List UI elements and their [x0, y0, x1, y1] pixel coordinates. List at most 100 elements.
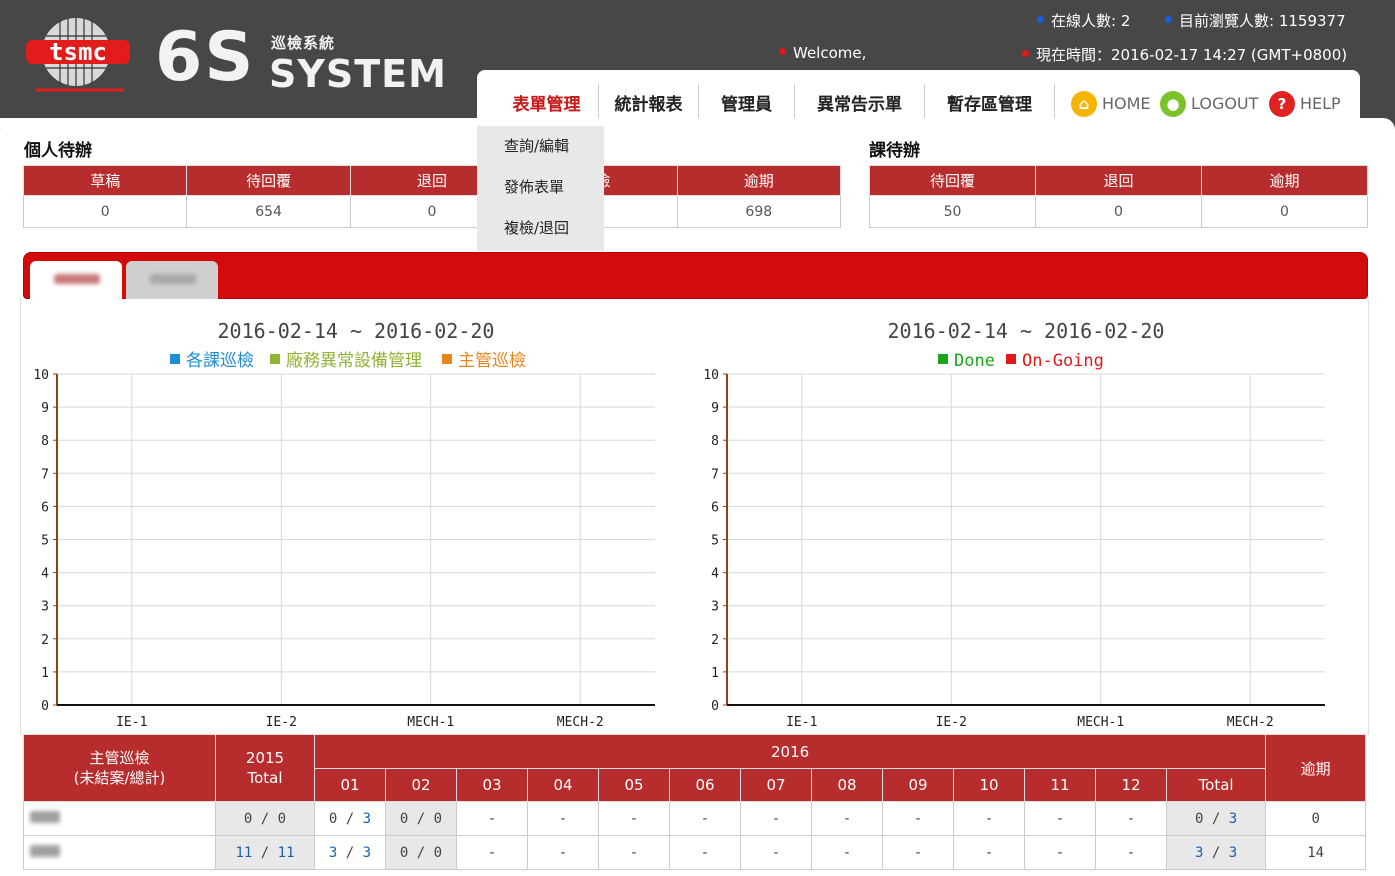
x-tick-label: MECH-2	[1227, 715, 1274, 730]
separator: /	[337, 844, 363, 861]
col-month: 09	[882, 768, 954, 802]
cell-month: 0 / 0	[385, 801, 457, 836]
legend-swatch	[442, 354, 452, 364]
y-tick-label: 3	[711, 600, 719, 615]
cell-month: -	[811, 801, 883, 836]
total-count[interactable]: 0	[434, 845, 442, 861]
legend-swatch	[938, 354, 948, 364]
menu-query-edit[interactable]: 查詢/編輯	[477, 126, 604, 167]
total-count[interactable]: 0	[434, 811, 442, 827]
col-2016: 2016	[313, 734, 1267, 769]
tab-1[interactable]	[30, 261, 122, 299]
header-bar: tsmc 6S 巡檢系統 SYSTEM 在線人數: 2 目前瀏覽人數: 1159…	[0, 0, 1395, 126]
menu-publish-form[interactable]: 發佈表單	[477, 167, 604, 208]
cell-month: 3 / 3	[314, 835, 386, 870]
x-tick-label: MECH-1	[1077, 715, 1124, 730]
y-tick-label: 7	[41, 467, 49, 482]
legend-label: 主管巡檢	[458, 351, 526, 371]
cell-month: -	[527, 801, 599, 836]
tsmc-logo-text: tsmc	[49, 38, 107, 66]
col-month: 10	[953, 768, 1025, 802]
cell-month: -	[811, 835, 883, 870]
cell-month: 0 / 3	[314, 801, 386, 836]
col-month: 12	[1095, 768, 1167, 802]
legend-label: 廠務異常設備管理	[286, 350, 422, 371]
col-overdue: 逾期	[1265, 734, 1367, 802]
cell-month: -	[740, 835, 812, 870]
cell-overdue[interactable]: 14	[1265, 835, 1367, 870]
red-dot-icon	[1022, 50, 1029, 57]
y-tick-label: 8	[41, 434, 49, 449]
logo-6s-text: 6S	[155, 18, 256, 97]
y-tick-label: 1	[711, 666, 719, 681]
col-month: 03	[456, 768, 528, 802]
legend-label: 各課巡檢	[186, 351, 254, 371]
status-chart: 2016-02-14 ~ 2016-02-20 Done On-Going 0 1 2 3 4…	[703, 319, 1325, 730]
y-tick-label: 10	[33, 368, 49, 383]
y-tick-label: 3	[41, 600, 49, 615]
section-overdue-count[interactable]: 0	[1201, 195, 1368, 228]
total-count[interactable]: 3	[1229, 811, 1237, 827]
section-todo-table: 待回覆 退回 逾期 50 0 0	[869, 165, 1368, 228]
y-tick-label: 7	[711, 467, 719, 482]
y-tick-label: 9	[41, 401, 49, 416]
chart-tab-bar	[23, 252, 1368, 299]
separator: /	[337, 810, 363, 827]
legend-swatch	[170, 354, 180, 364]
total-count[interactable]: 3	[1229, 845, 1237, 861]
y-tick-label: 9	[711, 401, 719, 416]
col-awaiting-reply: 待回覆	[869, 165, 1036, 196]
col-awaiting-reply: 待回覆	[186, 165, 351, 196]
total-count[interactable]: 3	[363, 845, 371, 861]
total-count[interactable]: 0	[278, 811, 286, 827]
col-month: 08	[811, 768, 883, 802]
home-link[interactable]: ⌂ HOME	[1071, 90, 1151, 118]
help-link[interactable]: ? HELP	[1269, 90, 1341, 118]
y-tick-label: 4	[41, 567, 49, 582]
y-tick-label: 6	[711, 500, 719, 515]
section-awaiting-count[interactable]: 50	[869, 195, 1036, 228]
logo-subtitle: 巡檢系統	[271, 34, 336, 52]
y-tick-label: 4	[711, 567, 719, 582]
personal-todo-table: 草稿 待回覆 退回 複檢 逾期 0 654 0 - 698	[22, 165, 842, 228]
logo-system-text: SYSTEM	[269, 52, 447, 96]
overdue-count[interactable]: 698	[676, 195, 842, 228]
col-month: 07	[740, 768, 812, 802]
col-2015-total: 2015 Total	[215, 734, 315, 802]
visitor-count: 目前瀏覽人數: 1159377	[1165, 10, 1346, 31]
total-count[interactable]: 11	[278, 845, 295, 861]
total-count[interactable]: 3	[363, 811, 371, 827]
tab-2[interactable]	[126, 261, 218, 299]
separator: /	[1203, 810, 1229, 827]
section-returned-count[interactable]: 0	[1035, 195, 1202, 228]
help-icon: ?	[1269, 91, 1295, 117]
cell-month: -	[598, 801, 670, 836]
supervisor-inspection-table: 主管巡檢 (未結案/總計) 2015 Total 2016 逾期 01 02 03 0…	[23, 734, 1367, 870]
cell-month: -	[1095, 835, 1167, 870]
lock-icon: ●	[1160, 91, 1186, 117]
home-icon: ⌂	[1071, 91, 1097, 117]
current-time: 現在時間：2016-02-17 14:27 (GMT+0800)	[1022, 44, 1347, 65]
cell-month: 0 / 0	[385, 835, 457, 870]
cell-month: -	[953, 801, 1025, 836]
blue-dot-icon	[1037, 16, 1044, 23]
menu-recheck-return[interactable]: 複檢/退回	[477, 208, 604, 249]
y-tick-label: 0	[711, 699, 719, 714]
cell-month: -	[740, 801, 812, 836]
separator: /	[408, 844, 434, 861]
logout-link[interactable]: ● LOGOUT	[1160, 90, 1258, 118]
y-tick-label: 10	[703, 368, 719, 383]
col-month: 05	[598, 768, 670, 802]
col-returned: 退回	[1035, 165, 1202, 196]
chart-panel: 2016-02-14 ~ 2016-02-20 各課巡檢 廠務異常設備管理 主管巡檢 0…	[20, 299, 1369, 735]
draft-count[interactable]: 0	[22, 195, 188, 228]
awaiting-reply-count[interactable]: 654	[186, 195, 351, 228]
cell-overdue[interactable]: 0	[1265, 801, 1367, 836]
section-todo-title: 課待辦	[869, 141, 920, 161]
cell-month: -	[669, 835, 741, 870]
col-overdue: 逾期	[1201, 165, 1368, 196]
x-tick-label: MECH-1	[407, 715, 454, 730]
y-tick-label: 8	[711, 434, 719, 449]
col-month: 04	[527, 768, 599, 802]
legend-label: Done	[954, 351, 995, 371]
